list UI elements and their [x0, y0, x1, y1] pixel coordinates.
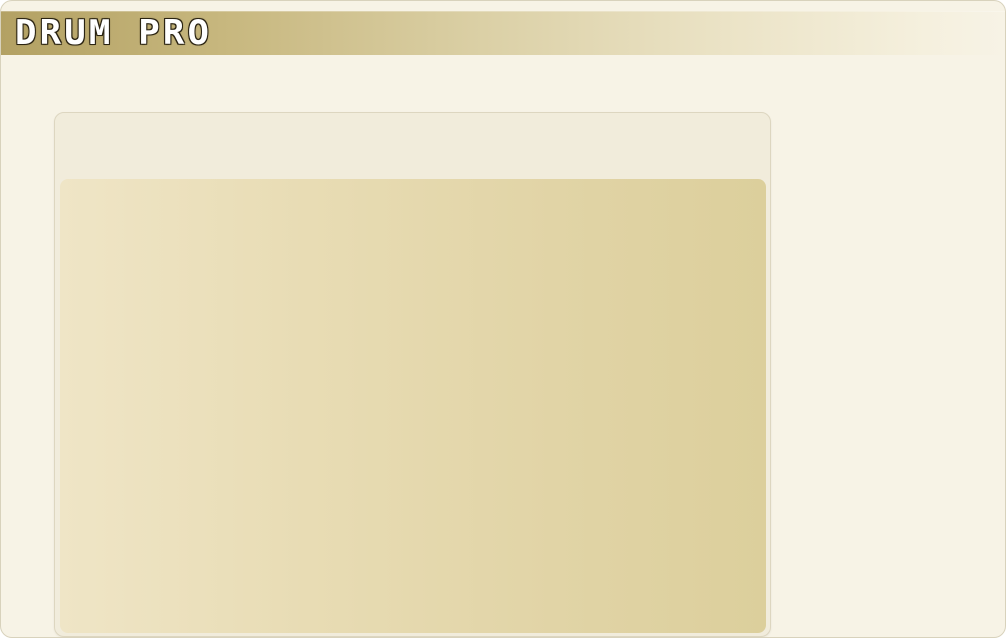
app-window: DRUM PRO	[0, 0, 1006, 638]
content-panel	[54, 112, 771, 637]
panel-body	[60, 179, 766, 633]
title-bar: DRUM PRO	[1, 11, 1005, 55]
panel-header	[55, 113, 770, 179]
app-title: DRUM PRO	[15, 13, 213, 53]
